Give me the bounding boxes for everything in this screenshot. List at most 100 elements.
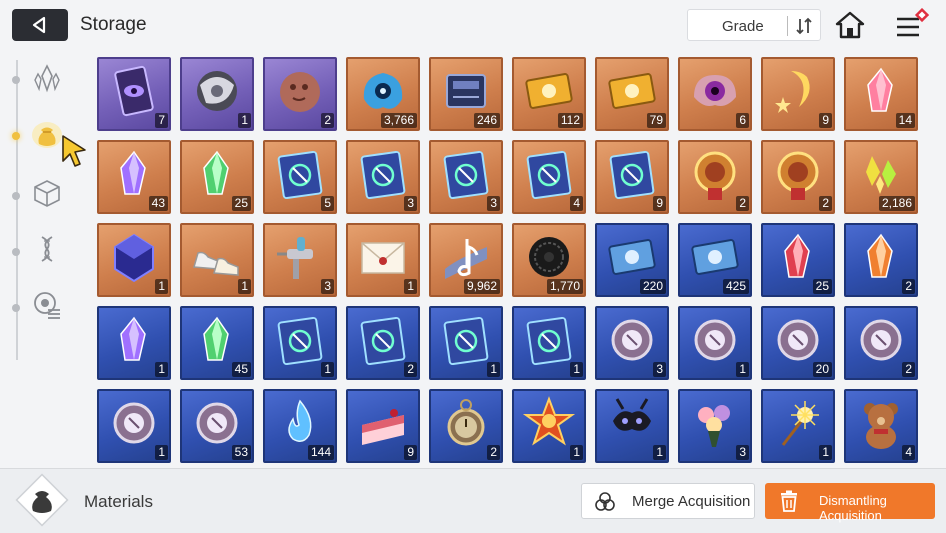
inventory-item[interactable]: 1,770 bbox=[512, 223, 586, 297]
purple-eye-icon bbox=[694, 75, 736, 106]
book-icon bbox=[277, 150, 323, 200]
item-quantity: 7 bbox=[155, 113, 168, 128]
item-quantity: 20 bbox=[812, 362, 832, 377]
menu-icon[interactable] bbox=[893, 8, 929, 42]
item-quantity: 9,962 bbox=[463, 279, 500, 294]
inventory-item[interactable]: 1 bbox=[346, 223, 420, 297]
inventory-item[interactable]: 79 bbox=[595, 57, 669, 131]
gold-ticket-icon bbox=[525, 73, 573, 109]
inventory-item[interactable]: 43 bbox=[97, 140, 171, 214]
inventory-item[interactable]: 4 bbox=[844, 389, 918, 463]
page-title: Storage bbox=[80, 14, 147, 35]
item-quantity: 112 bbox=[557, 113, 583, 128]
inventory-item[interactable]: 7 bbox=[97, 57, 171, 131]
inventory-item[interactable]: 25 bbox=[180, 140, 254, 214]
inventory-item[interactable]: 144 bbox=[263, 389, 337, 463]
inventory-item[interactable]: 246 bbox=[429, 57, 503, 131]
inventory-item[interactable]: 3 bbox=[595, 306, 669, 380]
sidebar-dot bbox=[12, 304, 20, 312]
inventory-item[interactable]: 1 bbox=[595, 389, 669, 463]
inventory-item[interactable]: 1 bbox=[512, 389, 586, 463]
inventory-item[interactable]: 1 bbox=[263, 306, 337, 380]
item-quantity: 1 bbox=[653, 445, 666, 460]
sidebar-item-crystals[interactable] bbox=[24, 56, 70, 102]
inventory-item[interactable]: 1 bbox=[678, 306, 752, 380]
inventory-item[interactable]: 220 bbox=[595, 223, 669, 297]
sidebar-item-modules[interactable] bbox=[24, 282, 70, 328]
inventory-item[interactable]: 6 bbox=[678, 57, 752, 131]
inventory-grid: 7 1 2 3,766 246 112 79 6 9 14 43 25 5 3 3 4 9 2 2 2,186 1 1 3 1… bbox=[97, 57, 918, 467]
inventory-item[interactable]: 9 bbox=[346, 389, 420, 463]
inventory-item[interactable]: 2 bbox=[678, 140, 752, 214]
sidebar-item-cubes[interactable] bbox=[24, 170, 70, 216]
inventory-item[interactable]: 2 bbox=[844, 223, 918, 297]
book-icon bbox=[360, 150, 406, 200]
inventory-item[interactable]: 425 bbox=[678, 223, 752, 297]
medal-icon bbox=[777, 151, 819, 200]
item-quantity: 2 bbox=[487, 445, 500, 460]
grade-sort-dropdown[interactable]: Grade bbox=[687, 9, 821, 41]
medal-icon bbox=[694, 151, 736, 200]
inventory-item[interactable]: 2 bbox=[761, 140, 835, 214]
sort-order-icon[interactable] bbox=[787, 16, 814, 36]
inventory-item[interactable]: 9,962 bbox=[429, 223, 503, 297]
inventory-item[interactable]: 3 bbox=[678, 389, 752, 463]
inventory-item[interactable]: 2 bbox=[346, 306, 420, 380]
item-quantity: 246 bbox=[473, 113, 500, 128]
inventory-item[interactable]: 20 bbox=[761, 306, 835, 380]
dismantling-acquisition-button[interactable]: Dismantling Acquisition bbox=[765, 483, 935, 523]
red-crystal-icon bbox=[784, 233, 810, 278]
inventory-item[interactable]: 45 bbox=[180, 306, 254, 380]
inventory-item[interactable]: 112 bbox=[512, 57, 586, 131]
merge-circles-icon bbox=[595, 492, 615, 511]
inventory-item[interactable]: 3 bbox=[346, 140, 420, 214]
pouch-icon bbox=[32, 122, 62, 148]
item-quantity: 9 bbox=[404, 445, 417, 460]
teddy-bear-icon bbox=[864, 403, 898, 449]
item-quantity: 1 bbox=[487, 362, 500, 377]
inventory-item[interactable]: 1 bbox=[97, 389, 171, 463]
back-button[interactable] bbox=[12, 9, 68, 41]
inventory-item[interactable]: 3 bbox=[263, 223, 337, 297]
inventory-item[interactable]: 2 bbox=[844, 306, 918, 380]
merge-acquisition-button[interactable]: Merge Acquisition bbox=[581, 483, 755, 519]
inventory-item[interactable]: 3 bbox=[429, 140, 503, 214]
inventory-item[interactable]: 9 bbox=[761, 57, 835, 131]
inventory-item[interactable]: 1 bbox=[761, 389, 835, 463]
inventory-item[interactable]: 1 bbox=[180, 223, 254, 297]
inventory-item[interactable]: 25 bbox=[761, 223, 835, 297]
inventory-item[interactable]: 9 bbox=[595, 140, 669, 214]
inventory-item[interactable]: 53 bbox=[180, 389, 254, 463]
book-icon bbox=[277, 316, 323, 366]
inventory-item[interactable]: 1 bbox=[429, 306, 503, 380]
item-quantity: 14 bbox=[895, 113, 915, 128]
item-quantity: 2 bbox=[736, 196, 749, 211]
crystal-icon bbox=[34, 64, 60, 93]
sidebar-item-genes[interactable] bbox=[24, 226, 70, 272]
cake-icon bbox=[362, 409, 404, 445]
inventory-item[interactable]: 14 bbox=[844, 57, 918, 131]
inventory-item[interactable]: 2 bbox=[263, 57, 337, 131]
cube-icon bbox=[34, 180, 60, 207]
silver-medal-icon bbox=[860, 319, 902, 361]
chip-icon bbox=[446, 74, 486, 108]
inventory-item[interactable]: 1 bbox=[180, 57, 254, 131]
item-quantity: 1 bbox=[570, 445, 583, 460]
inventory-item[interactable]: 1 bbox=[97, 223, 171, 297]
sidebar-dot bbox=[12, 248, 20, 256]
inventory-item[interactable]: 5 bbox=[263, 140, 337, 214]
home-icon[interactable] bbox=[835, 10, 865, 40]
inventory-item[interactable]: 1 bbox=[97, 306, 171, 380]
inventory-item[interactable]: 1 bbox=[512, 306, 586, 380]
item-quantity: 1 bbox=[155, 362, 168, 377]
trash-icon bbox=[781, 490, 797, 512]
inventory-item[interactable]: 4 bbox=[512, 140, 586, 214]
book-icon bbox=[609, 150, 655, 200]
inventory-item[interactable]: 2,186 bbox=[844, 140, 918, 214]
item-quantity: 6 bbox=[736, 113, 749, 128]
inventory-item[interactable]: 2 bbox=[429, 389, 503, 463]
inventory-item[interactable]: 3,766 bbox=[346, 57, 420, 131]
materials-pouch-icon bbox=[15, 473, 69, 527]
item-quantity: 2 bbox=[321, 113, 334, 128]
orange-crystal-icon bbox=[867, 233, 893, 278]
